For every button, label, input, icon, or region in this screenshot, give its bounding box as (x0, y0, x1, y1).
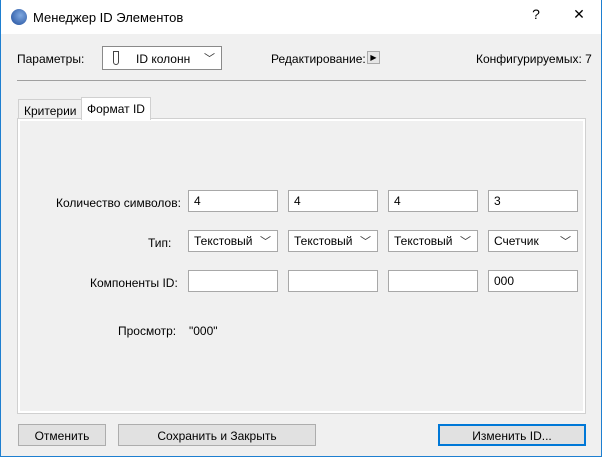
window-title: Менеджер ID Элементов (33, 10, 184, 25)
chars-label: Количество символов: (56, 196, 181, 210)
save-close-button[interactable]: Сохранить и Закрыть (118, 424, 316, 446)
component-input-2[interactable] (288, 270, 378, 292)
type-select-2[interactable]: Текстовый ﹀ (288, 230, 378, 252)
type-select-1[interactable]: Текстовый ﹀ (188, 230, 278, 252)
divider (17, 80, 586, 81)
params-value: ID колонн (136, 52, 191, 66)
chars-input-2[interactable]: 4 (288, 190, 378, 212)
app-logo-icon (11, 9, 27, 25)
type-label: Тип: (148, 236, 172, 250)
play-icon: ▶ (370, 53, 377, 62)
chars-input-3[interactable]: 4 (388, 190, 478, 212)
chars-input-1[interactable]: 4 (188, 190, 278, 212)
chars-input-4[interactable]: 3 (488, 190, 578, 212)
format-panel (17, 118, 586, 414)
configurable-count: Конфигурируемых: 7 (476, 52, 592, 66)
column-icon (113, 51, 119, 65)
tab-criteria[interactable]: Критерии (18, 99, 83, 119)
type-select-4[interactable]: Счетчик ﹀ (488, 230, 578, 252)
chevron-down-icon: ﹀ (260, 236, 271, 248)
params-label: Параметры: (17, 52, 85, 66)
components-label: Компоненты ID: (90, 276, 178, 290)
close-button[interactable]: ✕ (564, 6, 594, 23)
edit-toggle-button[interactable]: ▶ (367, 51, 380, 64)
component-input-1[interactable] (188, 270, 278, 292)
chevron-down-icon: ﹀ (460, 236, 471, 248)
chevron-down-icon: ﹀ (204, 53, 215, 65)
edit-label: Редактирование: (271, 52, 366, 66)
type-value: Счетчик (494, 234, 539, 248)
cancel-button[interactable]: Отменить (18, 424, 106, 446)
chevron-down-icon: ﹀ (360, 236, 371, 248)
type-select-3[interactable]: Текстовый ﹀ (388, 230, 478, 252)
type-value: Текстовый (194, 234, 253, 248)
component-input-4[interactable]: 000 (488, 270, 578, 292)
change-id-button[interactable]: Изменить ID... (438, 424, 586, 446)
preview-value: "000" (189, 324, 218, 338)
title-bar: Менеджер ID Элементов ? ✕ (1, 0, 601, 34)
tab-format-id[interactable]: Формат ID (81, 97, 151, 120)
chevron-down-icon: ﹀ (560, 236, 571, 248)
params-dropdown[interactable]: ID колонн ﹀ (102, 46, 222, 70)
type-value: Текстовый (394, 234, 453, 248)
component-input-3[interactable] (388, 270, 478, 292)
dialog-window: Менеджер ID Элементов ? ✕ Параметры: ID … (0, 0, 602, 457)
preview-label: Просмотр: (118, 324, 177, 338)
type-value: Текстовый (294, 234, 353, 248)
help-button[interactable]: ? (521, 6, 551, 22)
